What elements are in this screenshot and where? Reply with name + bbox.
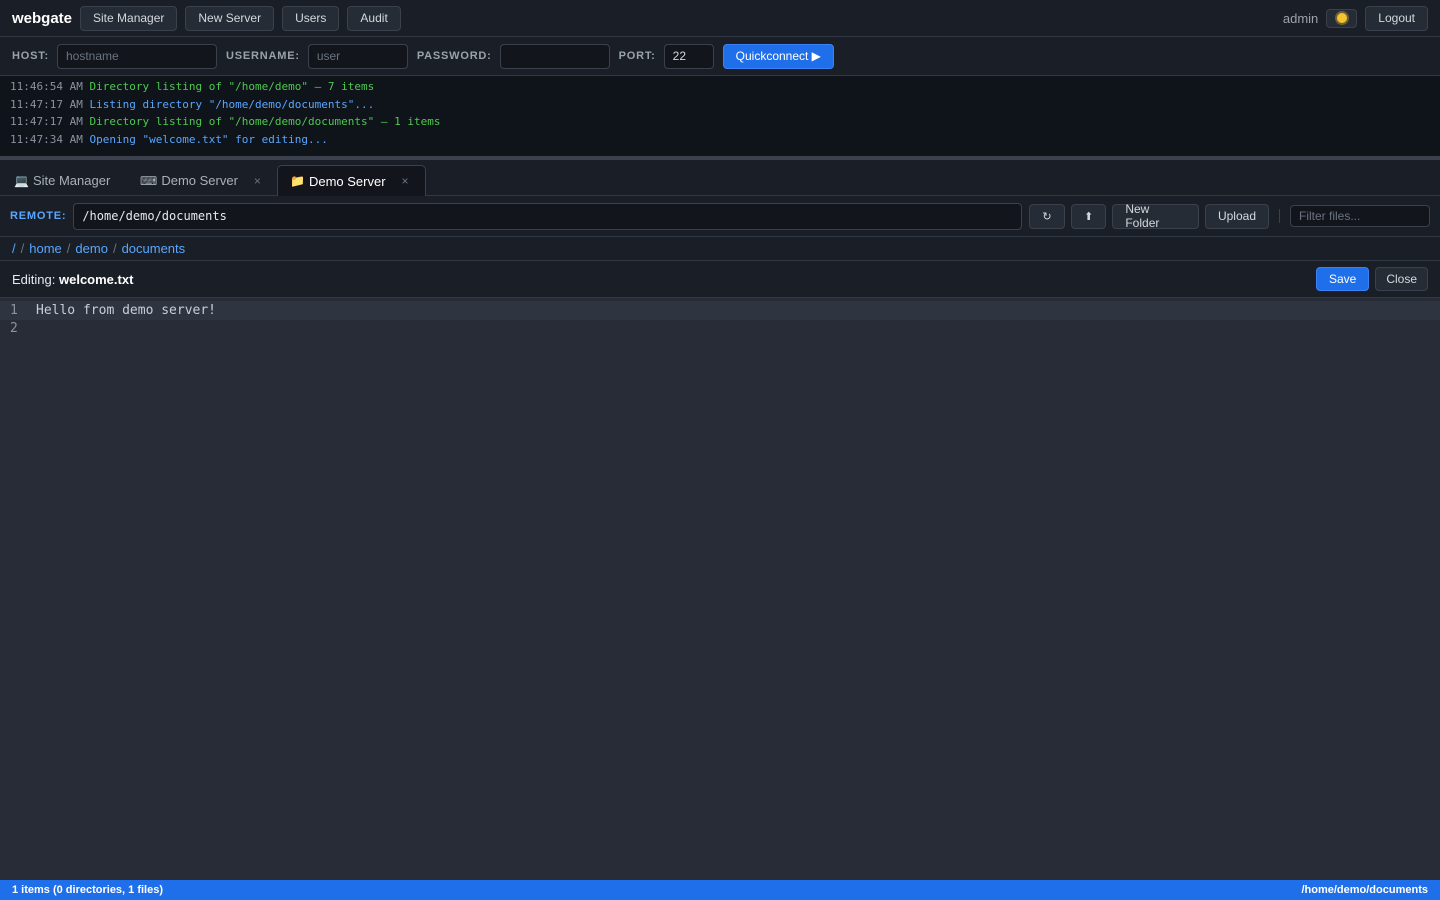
close-editor-button[interactable]: Close [1375,267,1428,291]
editor-title: Editing: welcome.txt [12,272,133,287]
log-line: 11:47:17 AM Listing directory "/home/dem… [10,98,374,111]
message-log[interactable]: 11:46:54 AM Directory listing of "/home/… [0,76,1440,156]
line-number: 2 [10,321,18,336]
log-time: 11:46:54 AM [10,80,83,93]
status-path: /home/demo/documents [1301,884,1428,896]
refresh-button[interactable]: ↻ [1029,203,1065,229]
port-input[interactable] [663,43,714,69]
sun-icon [1336,13,1347,23]
log-message: Listing directory "/home/demo/documents"… [89,98,375,111]
quickconnect-bar: HOST: USERNAME: PASSWORD: PORT: Quickcon… [0,37,1440,76]
log-line: 11:47:34 AM Opening "welcome.txt" for ed… [10,133,328,146]
users-button[interactable]: Users [282,5,340,31]
refresh-icon: ↻ [1042,210,1052,223]
log-message: Directory listing of "/home/demo" — 7 it… [89,80,375,93]
tab-site-manager[interactable]: 💻 Site Manager [2,165,122,196]
divider [1279,209,1280,223]
line-text: Hello from demo server! [36,303,217,318]
port-label: PORT: [618,50,656,62]
status-summary: 1 items (0 directories, 1 files) [12,884,164,896]
editing-filename: welcome.txt [58,271,134,287]
tab-bar: 💻 Site Manager ⌨ Demo Server × 📁 Demo Se… [0,160,1440,196]
line-number: 1 [10,303,18,318]
editor-line: 1 Hello from demo server! [0,301,1440,320]
app-brand: webgate [12,9,73,27]
editing-prefix: Editing: [12,271,59,287]
top-nav-bar: webgate Site Manager New Server Users Au… [0,0,1440,37]
new-folder-button[interactable]: New Folder [1112,202,1199,230]
breadcrumb-separator: / [20,241,25,256]
log-line: 11:47:17 AM Directory listing of "/home/… [10,115,440,128]
log-message: Opening "welcome.txt" for editing... [89,133,328,146]
close-icon[interactable]: × [402,174,409,188]
remote-path-bar: REMOTE: ↻ ⬆ New Folder Upload [0,196,1440,237]
folder-icon: 📁 [290,174,305,188]
close-icon[interactable]: × [254,174,261,188]
breadcrumb-home[interactable]: home [29,241,62,256]
breadcrumb-separator: / [112,241,117,256]
site-manager-button[interactable]: Site Manager [80,5,178,31]
filter-files-input[interactable] [1289,205,1430,227]
tab-label: Demo Server [161,173,238,188]
arrow-up-icon: ⬆ [1083,210,1094,223]
password-label: PASSWORD: [416,50,492,62]
editor-header: Editing: welcome.txt Save Close [0,261,1440,298]
breadcrumb: / / home / demo / documents [0,237,1440,261]
password-input[interactable] [499,43,610,69]
username-label: USERNAME: [226,50,300,62]
text-editor[interactable]: 1 Hello from demo server! 2 [0,298,1440,880]
log-time: 11:47:17 AM [10,115,83,128]
breadcrumb-documents[interactable]: documents [122,241,186,256]
log-message: Directory listing of "/home/demo/documen… [89,115,441,128]
username-input[interactable] [307,43,408,69]
current-user: admin [1282,10,1319,26]
log-line: 11:46:54 AM Directory listing of "/home/… [10,80,374,93]
remote-label: REMOTE: [10,210,67,222]
theme-toggle-button[interactable] [1326,8,1358,28]
status-bar: 1 items (0 directories, 1 files) /home/d… [0,880,1440,900]
log-time: 11:47:17 AM [10,98,83,111]
breadcrumb-demo[interactable]: demo [75,241,108,256]
tab-label: Demo Server [308,173,386,189]
parent-directory-button[interactable]: ⬆ [1070,203,1107,229]
tab-demo-server-terminal[interactable]: ⌨ Demo Server × [128,165,273,196]
keyboard-icon: ⌨ [140,173,158,188]
breadcrumb-root[interactable]: / [12,241,16,256]
editor-line: 2 [0,319,1440,338]
host-input[interactable] [57,43,217,69]
tab-label: Site Manager [32,173,111,188]
new-server-button[interactable]: New Server [185,5,275,31]
audit-button[interactable]: Audit [347,5,401,31]
tab-demo-server-files[interactable]: 📁 Demo Server × [277,165,426,196]
upload-button[interactable]: Upload [1204,203,1269,229]
host-label: HOST: [12,50,49,62]
log-time: 11:47:34 AM [10,133,83,146]
breadcrumb-separator: / [66,241,71,256]
remote-path-input[interactable] [73,202,1023,230]
quickconnect-button[interactable]: Quickconnect ▶ [722,43,834,69]
laptop-icon: 💻 [14,173,29,188]
save-button[interactable]: Save [1315,267,1370,291]
logout-button[interactable]: Logout [1365,5,1428,31]
